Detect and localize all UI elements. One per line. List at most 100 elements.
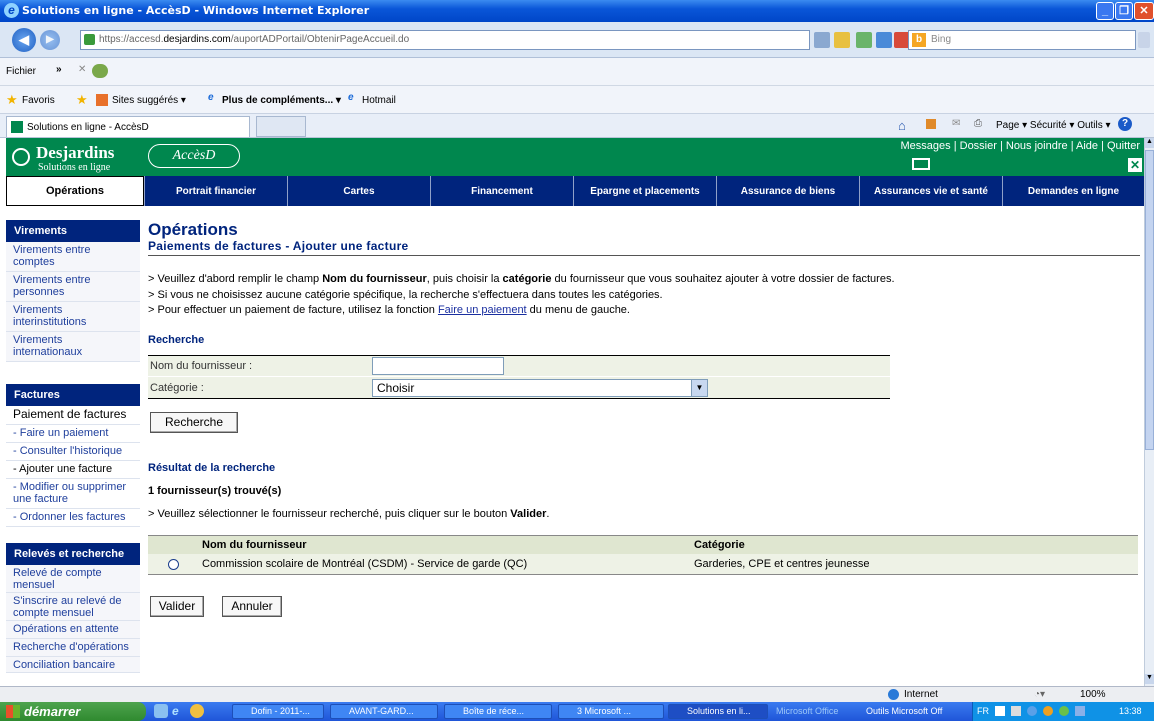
url-prefix: https://accesd.	[99, 34, 164, 45]
minimize-button[interactable]: _	[1096, 2, 1114, 20]
results-header: Nom du fournisseur Catégorie	[148, 536, 1138, 554]
annuler-button[interactable]: Annuler	[222, 596, 282, 617]
hotmail-link[interactable]: Hotmail	[362, 95, 396, 106]
favorites-button[interactable]: Favoris	[22, 95, 55, 106]
taskbar-item-dofin[interactable]: Dofin - 2011-...	[232, 704, 324, 719]
top-links[interactable]: Messages | Dossier | Nous joindre | Aide…	[901, 140, 1140, 152]
security-lock-icon[interactable]	[834, 32, 850, 48]
print-icon[interactable]: ⎙	[974, 118, 982, 129]
sidebar-item-ajouter-facture[interactable]: - Ajouter une facture	[6, 461, 140, 479]
taskbar-item-solutions[interactable]: Solutions en li...	[668, 704, 768, 719]
suggested-sites-icon	[96, 94, 108, 106]
nav-tab-financement[interactable]: Financement	[430, 176, 573, 206]
search-button-icon[interactable]	[1138, 32, 1150, 48]
addon-icon[interactable]	[92, 64, 108, 78]
nav-tab-epargne[interactable]: Epargne et placements	[573, 176, 716, 206]
address-input[interactable]: https://accesd.desjardins.com/auportADPo…	[80, 30, 810, 50]
search-form: Nom du fournisseur : Catégorie : Choisir…	[148, 355, 890, 399]
search-input[interactable]: b Bing	[908, 30, 1136, 50]
scroll-down-icon[interactable]: ▼	[1145, 674, 1154, 684]
valider-button[interactable]: Valider	[150, 596, 204, 617]
faire-paiement-link[interactable]: Faire un paiement	[438, 304, 527, 316]
select-radio[interactable]	[168, 558, 179, 570]
sidebar-item-ordonner-factures[interactable]: - Ordonner les factures	[6, 509, 140, 527]
sidebar-item-faire-paiement[interactable]: - Faire un paiement	[6, 425, 140, 443]
nav-tab-demandes[interactable]: Demandes en ligne	[1002, 176, 1144, 206]
quicklaunch-desktop-icon[interactable]	[154, 704, 168, 718]
rss-icon[interactable]	[926, 119, 936, 129]
tray-shield-icon[interactable]	[1027, 706, 1037, 716]
instruction-1: > Veuillez d'abord remplir le champ Nom …	[148, 273, 895, 285]
tray-sync-icon[interactable]	[1059, 706, 1069, 716]
tray-app-icon[interactable]	[1075, 706, 1085, 716]
left-sidebar: Virements Virements entre comptes Vireme…	[6, 220, 140, 673]
new-tab-button[interactable]	[256, 116, 306, 137]
sidebar-item-operations-attente[interactable]: Opérations en attente	[6, 621, 140, 639]
table-row[interactable]: Commission scolaire de Montréal (CSDM) -…	[148, 554, 1138, 574]
favorites-star-icon: ★	[6, 92, 18, 107]
protected-mode-icon[interactable]: ◔▾	[1034, 689, 1045, 700]
menu-fichier[interactable]: Fichier	[6, 66, 36, 77]
address-dropdown-icon[interactable]	[814, 32, 830, 48]
sidebar-item-inscrire-releve[interactable]: S'inscrire au relevé de compte mensuel	[6, 593, 140, 621]
nav-tab-cartes[interactable]: Cartes	[287, 176, 430, 206]
nav-tab-portrait[interactable]: Portrait financier	[144, 176, 287, 206]
nom-fournisseur-input[interactable]	[372, 357, 504, 375]
taskbar-item-boite[interactable]: Boîte de réce...	[444, 704, 552, 719]
mail-icon[interactable]: ✉	[952, 118, 960, 129]
sidebar-item-modifier-facture[interactable]: - Modifier ou supprimer une facture	[6, 479, 140, 509]
taskbar-item-avant-gard[interactable]: AVANT-GARD...	[330, 704, 438, 719]
scroll-thumb[interactable]	[1145, 150, 1154, 450]
messages-envelope-icon[interactable]	[912, 158, 930, 170]
taskbar-item-microsoft[interactable]: 3 Microsoft ...	[558, 704, 664, 719]
nav-tab-assurance-biens[interactable]: Assurance de biens	[716, 176, 859, 206]
more-addons-link[interactable]: Plus de compléments... ▾	[222, 95, 341, 106]
command-bar-menus[interactable]: Page ▾ Sécurité ▾ Outils ▾	[996, 120, 1111, 131]
vertical-scrollbar[interactable]: ▲ ▼	[1144, 138, 1154, 686]
sidebar-item-paiement-factures[interactable]: Paiement de factures	[6, 406, 140, 425]
home-icon[interactable]: ⌂	[898, 118, 906, 133]
instruction-2: > Si vous ne choisissez aucune catégorie…	[148, 289, 663, 301]
compat-view-icon[interactable]	[856, 32, 872, 48]
add-favorite-icon[interactable]: ★	[76, 92, 88, 108]
forward-button[interactable]: ▶	[40, 30, 60, 50]
tray-network-icon[interactable]	[995, 706, 1005, 716]
close-toolbar-icon[interactable]: ✕	[78, 64, 86, 75]
quit-icon[interactable]: ✕	[1128, 158, 1142, 172]
browser-tab-active[interactable]: Solutions en ligne - AccèsD	[6, 116, 250, 137]
refresh-icon[interactable]	[876, 32, 892, 48]
sidebar-item-recherche-operations[interactable]: Recherche d'opérations	[6, 639, 140, 657]
sidebar-item-conciliation[interactable]: Conciliation bancaire	[6, 657, 140, 673]
help-icon[interactable]: ?	[1118, 117, 1132, 131]
sidebar-item-virements-personnes[interactable]: Virements entre personnes	[6, 272, 140, 302]
nav-tab-operations[interactable]: Opérations	[6, 176, 144, 206]
nav-tab-assurances-vie[interactable]: Assurances vie et santé	[859, 176, 1002, 206]
desjardins-logo[interactable]: Desjardins Solutions en ligne	[6, 138, 166, 176]
office-toolbar-label[interactable]: Microsoft Office	[776, 706, 838, 716]
sidebar-item-virements-interinstitutions[interactable]: Virements interinstitutions	[6, 302, 140, 332]
back-button[interactable]: ◀	[12, 28, 36, 52]
tray-help-icon[interactable]	[1011, 706, 1021, 716]
system-tray: FR 13:38	[972, 702, 1154, 721]
office-tools-item[interactable]: Outils Microsoft Off	[866, 706, 942, 716]
search-placeholder: Bing	[931, 34, 952, 45]
recherche-button[interactable]: Recherche	[150, 412, 238, 433]
categorie-select[interactable]: Choisir ▼	[372, 378, 708, 397]
language-indicator[interactable]: FR	[977, 706, 989, 716]
zoom-level[interactable]: 100%	[1080, 689, 1106, 700]
sidebar-item-virements-internationaux[interactable]: Virements internationaux	[6, 332, 140, 362]
tray-update-icon[interactable]	[1043, 706, 1053, 716]
page-subtitle: Paiements de factures - Ajouter une fact…	[148, 239, 409, 253]
start-button[interactable]: démarrer	[0, 702, 146, 721]
sidebar-item-virements-comptes[interactable]: Virements entre comptes	[6, 242, 140, 272]
sidebar-item-consulter-historique[interactable]: - Consulter l'historique	[6, 443, 140, 461]
suggested-sites-link[interactable]: Sites suggérés ▾	[112, 95, 186, 106]
quicklaunch-ie-icon[interactable]: e	[172, 704, 179, 718]
maximize-button[interactable]: ❐	[1115, 2, 1133, 20]
sidebar-item-releve-mensuel[interactable]: Relevé de compte mensuel	[6, 565, 140, 593]
scroll-up-icon[interactable]: ▲	[1145, 138, 1154, 148]
quicklaunch-outlook-icon[interactable]	[190, 704, 204, 718]
title-divider	[148, 255, 1140, 256]
close-button[interactable]: ✕	[1134, 2, 1154, 20]
menu-overflow-icon[interactable]: »	[56, 64, 62, 75]
